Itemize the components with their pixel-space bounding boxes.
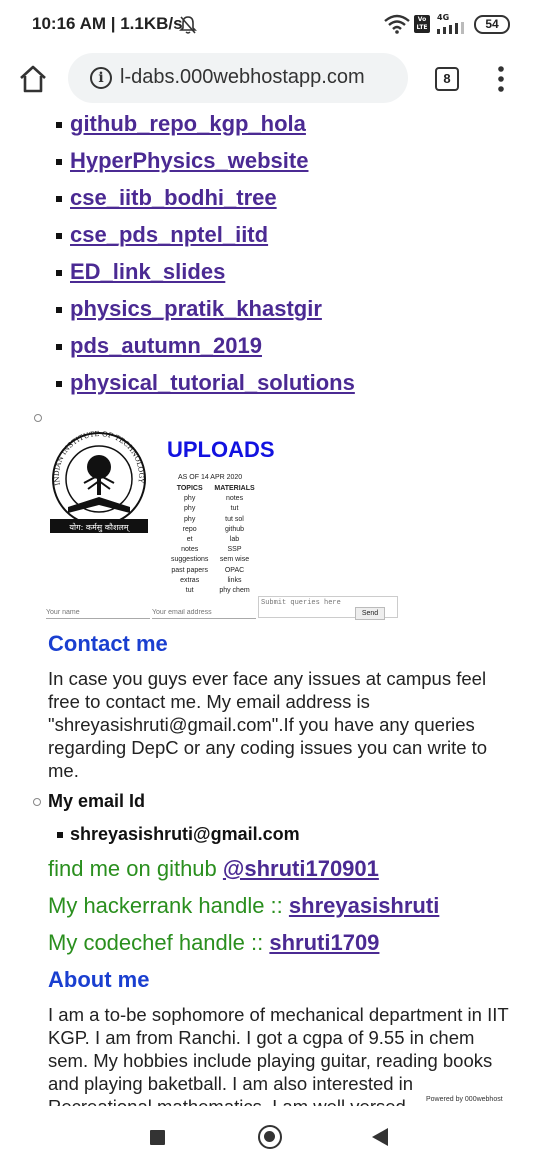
hackerrank-text: My hackerrank handle :: [48,893,289,918]
webhost-badge[interactable]: Powered by 000webhost [426,1096,520,1106]
table-row: et lab [168,535,258,545]
table-cell[interactable]: OPAC [211,566,257,576]
table-row: phy tut sol [168,515,258,525]
table-row: past papers OPAC [168,566,258,576]
table-cell[interactable]: tut [211,504,257,514]
contact-heading: Contact me [48,631,168,656]
table-cell[interactable]: SSP [211,545,257,555]
resource-link[interactable]: cse_iitb_bodhi_tree [70,185,277,211]
table-cell[interactable]: sem wise [211,555,257,565]
table-header-row: TOPICS MATERIALS [168,484,258,494]
square-bullet [56,233,62,239]
uploads-date: AS OF 14 APR 2020 [178,474,243,481]
tab-switcher-button[interactable]: 8 [435,67,459,91]
table-row: phy notes [168,494,258,504]
wifi-icon [384,14,410,34]
github-link[interactable]: @shruti170901 [223,856,379,881]
contact-paragraph: In case you guys ever face any issues at… [48,668,488,781]
email-label: My email Id [48,791,146,811]
logo-motto: योग: कर्मसु कौशलम् [69,522,130,533]
home-icon[interactable] [18,64,48,94]
square-bullet [56,122,62,128]
resource-link[interactable]: physics_pratik_khastgir [70,296,322,322]
more-options-icon[interactable] [492,65,510,93]
table-cell[interactable]: tut sol [211,515,257,525]
signal-icon [437,22,464,34]
status-time: 10:16 AM | 1.1KB/s [32,14,183,33]
resource-link[interactable]: HyperPhysics_website [70,148,308,174]
resource-link[interactable]: physical_tutorial_solutions [70,370,355,396]
square-bullet [56,307,62,313]
page-content: github_repo_kgp_hola HyperPhysics_websit… [0,110,540,1106]
name-field[interactable] [46,606,150,619]
table-cell[interactable]: et [168,535,211,545]
table-row: tut phy chem [168,586,258,596]
table-cell[interactable]: tut [168,586,211,596]
square-bullet [56,344,62,350]
battery-icon: 54 [474,15,510,34]
codechef-link[interactable]: shruti1709 [269,930,379,955]
url-text[interactable]: l-dabs.000webhostapp.com [120,66,365,89]
query-form: Send [46,596,398,626]
table-cell[interactable]: notes [211,494,257,504]
table-cell[interactable]: past papers [168,566,211,576]
resource-link[interactable]: ED_link_slides [70,259,225,285]
network-type-label: 4G [437,13,450,22]
square-bullet [56,381,62,387]
codechef-line: My codechef handle :: shruti1709 [48,930,379,956]
hackerrank-line: My hackerrank handle :: shreyasishruti [48,893,439,919]
circle-bullet [34,414,42,422]
uploads-table: TOPICS MATERIALS phy notes phy tut phy tut … [168,484,258,596]
info-icon[interactable]: i [90,67,112,89]
address-bar[interactable]: i l-dabs.000webhostapp.com [68,53,408,103]
table-cell[interactable]: github [211,525,257,535]
square-bullet [56,270,62,276]
table-row: extras links [168,576,258,586]
system-nav-bar [0,1106,540,1170]
table-row: suggestions sem wise [168,555,258,565]
hackerrank-link[interactable]: shreyasishruti [289,893,439,918]
table-cell[interactable]: phy [168,494,211,504]
square-bullet [57,832,63,838]
table-cell[interactable]: repo [168,525,211,535]
bell-muted-icon [179,16,197,34]
square-bullet [56,196,62,202]
table-cell[interactable]: phy [168,504,211,514]
table-row: repo github [168,525,258,535]
table-header-materials: MATERIALS [214,485,255,492]
about-heading: About me [48,967,150,992]
uploads-title: UPLOADS [167,437,275,462]
table-cell[interactable]: phy chem [211,586,257,596]
table-row: phy tut [168,504,258,514]
resource-link[interactable]: github_repo_kgp_hola [70,111,306,137]
square-bullet [56,159,62,165]
recent-apps-icon[interactable] [150,1130,165,1145]
table-cell[interactable]: suggestions [168,555,211,565]
send-button[interactable]: Send [355,607,385,620]
browser-toolbar: i l-dabs.000webhostapp.com 8 [0,48,540,110]
table-cell[interactable]: notes [168,545,211,555]
table-cell[interactable]: extras [168,576,211,586]
email-field[interactable] [152,606,256,619]
circle-bullet [33,798,41,806]
table-header-topics: TOPICS [176,485,203,492]
home-button-icon[interactable] [258,1125,282,1149]
resource-link[interactable]: pds_autumn_2019 [70,333,262,359]
resource-link[interactable]: cse_pds_nptel_iitd [70,222,268,248]
github-line: find me on github @shruti170901 [48,856,379,882]
codechef-text: My codechef handle :: [48,930,270,955]
table-cell[interactable]: phy [168,515,211,525]
github-text: find me on github [48,856,223,881]
table-cell[interactable]: lab [211,535,257,545]
iit-kgp-logo: INDIAN INSTITUTE OF TECHNOLOGY KHARAGPUR… [46,427,148,533]
about-paragraph: I am a to-be sophomore of mechanical dep… [48,1004,509,1106]
status-bar: 10:16 AM | 1.1KB/s Vo LTE 4G 54 [0,0,540,48]
volte-icon: Vo LTE [414,15,430,33]
back-icon[interactable] [372,1128,388,1146]
table-cell[interactable]: links [211,576,257,586]
email-value: shreyasishruti@gmail.com [70,824,300,844]
table-row: notes SSP [168,545,258,555]
